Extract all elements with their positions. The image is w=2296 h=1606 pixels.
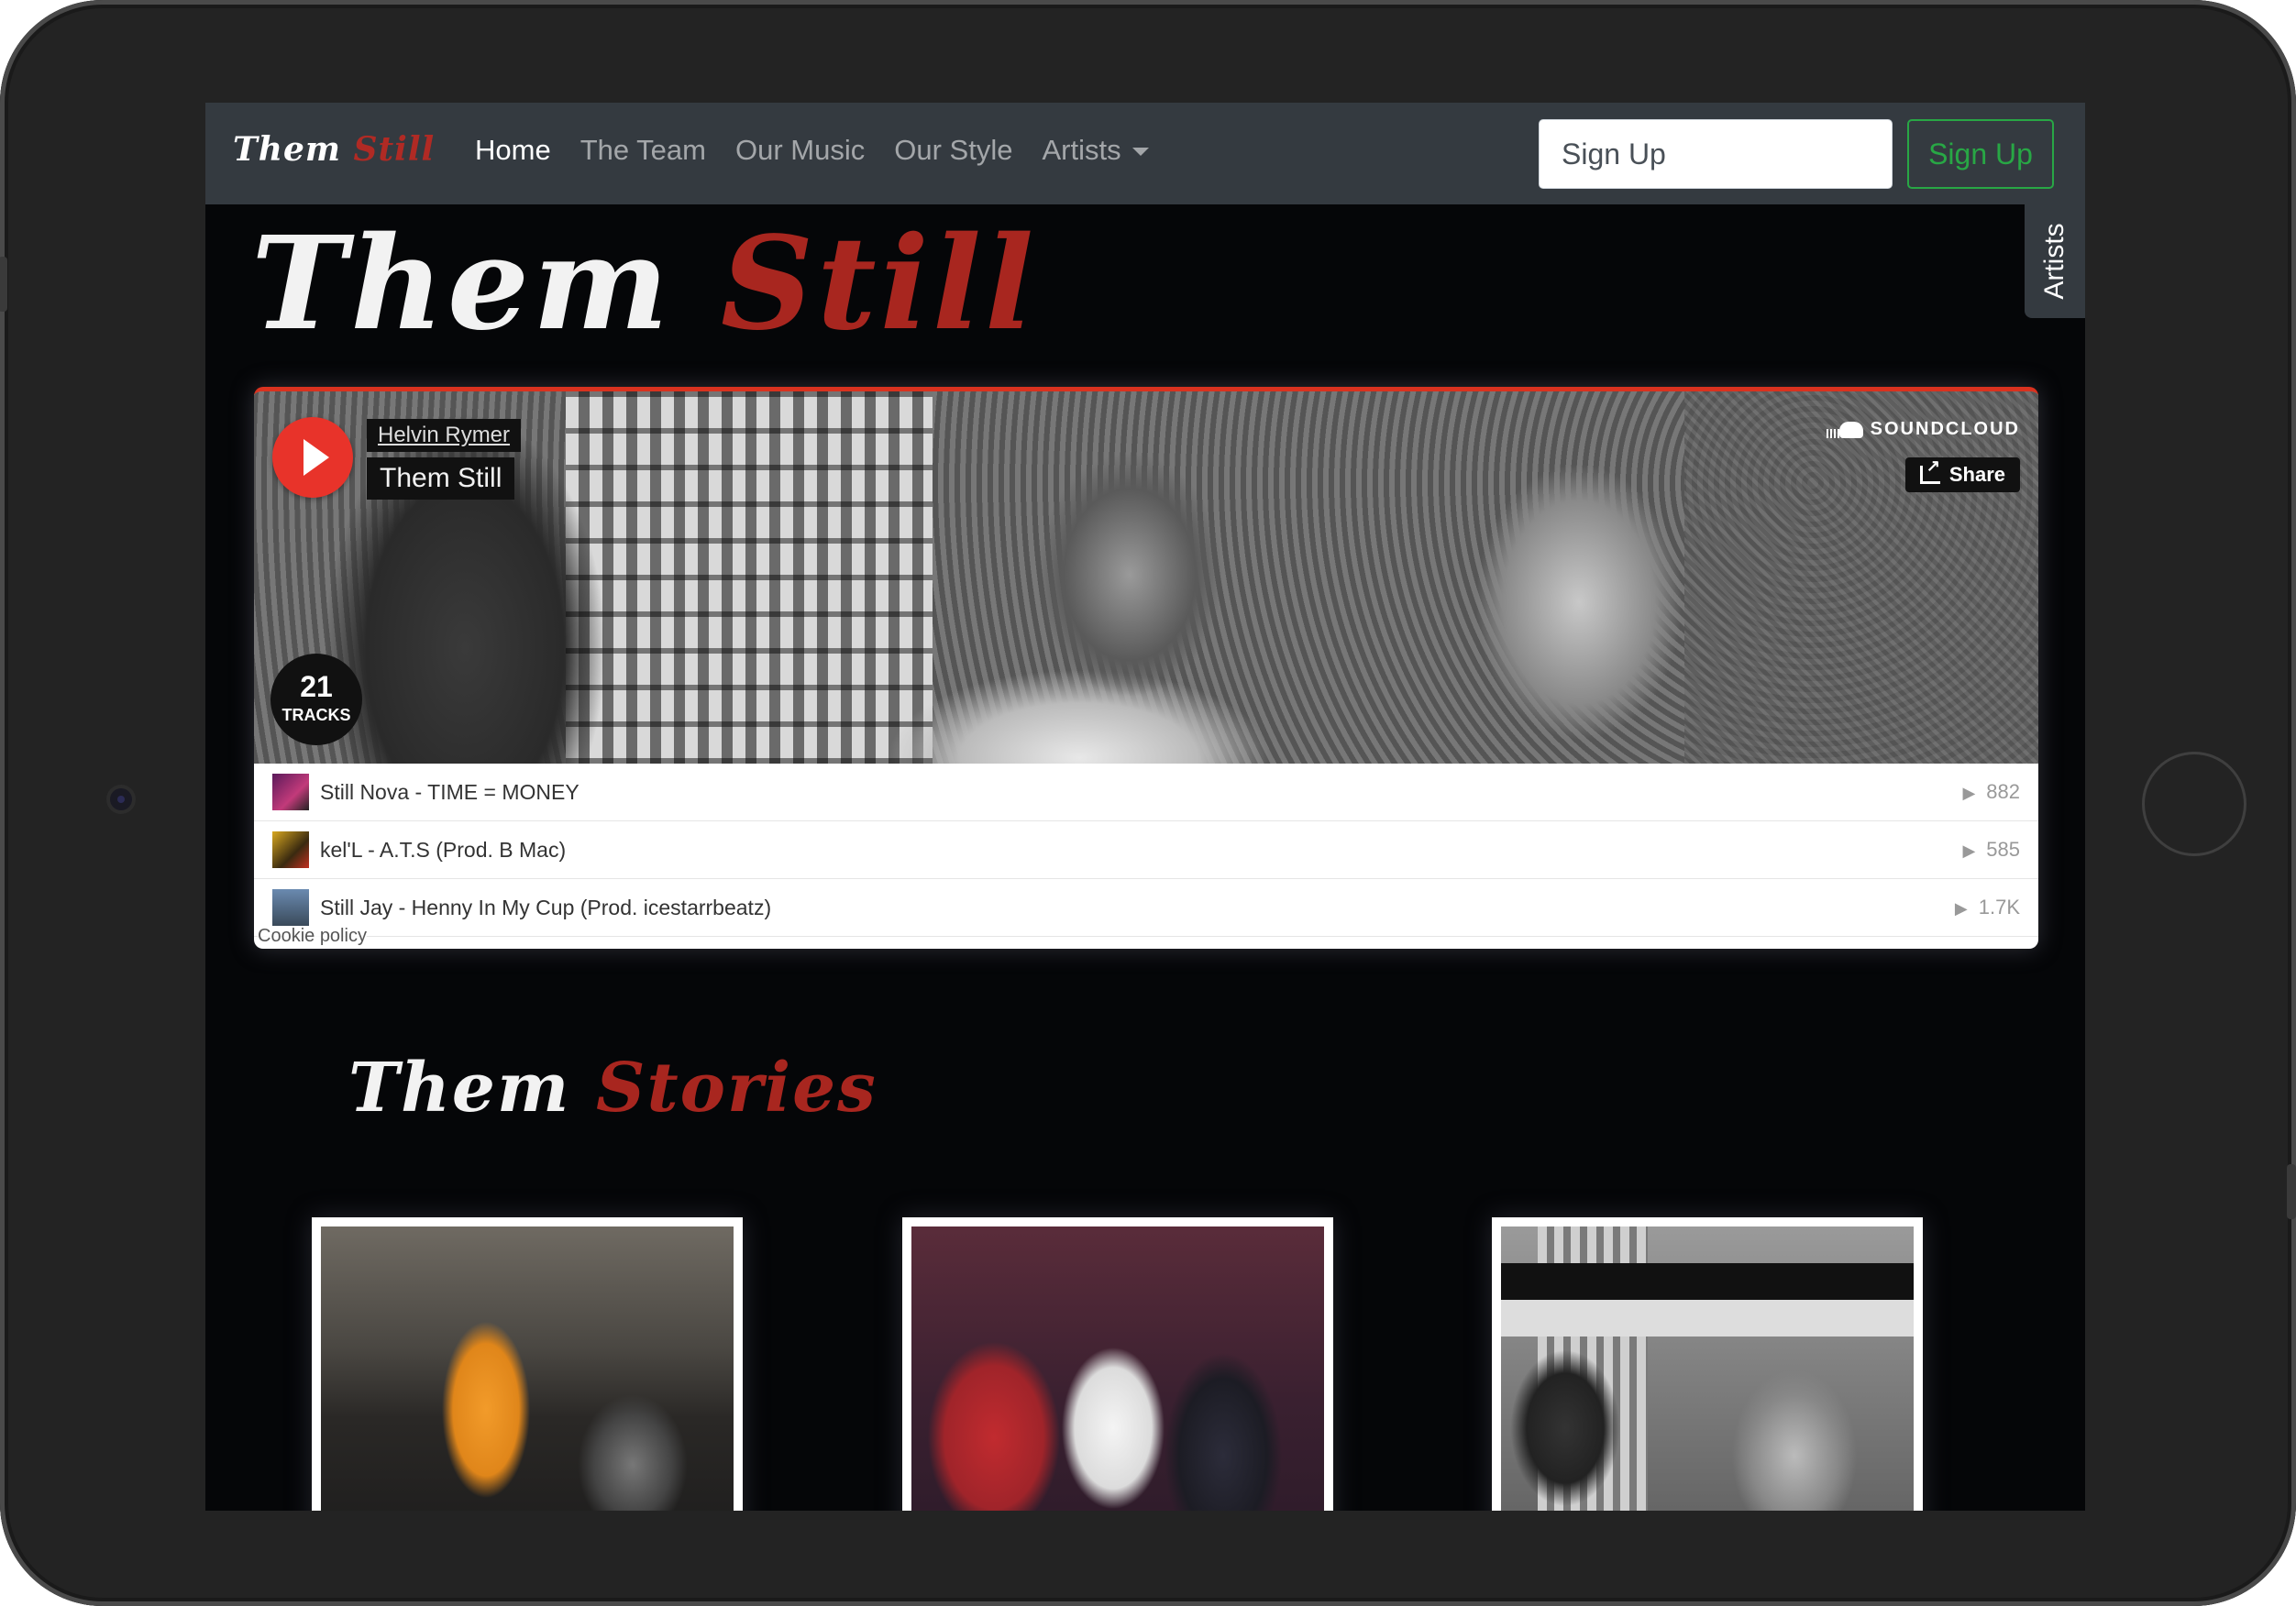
nav-our-style[interactable]: Our Style — [894, 134, 1012, 167]
playlist-artwork: Helvin Rymer Them Still SOUNDCLOUD Share… — [254, 391, 2038, 764]
signup-button[interactable]: Sign Up — [1907, 119, 2054, 189]
screen: Them Still Home The Team Our Music Our S… — [205, 103, 2085, 1511]
story-card[interactable] — [1492, 1217, 1923, 1511]
cookie-policy-link[interactable]: Cookie policy — [258, 926, 367, 947]
share-button[interactable]: Share — [1904, 456, 2020, 492]
track-plays: 585 — [1962, 838, 2020, 862]
play-button[interactable] — [272, 417, 353, 498]
nav-the-team[interactable]: The Team — [580, 134, 706, 167]
home-button[interactable] — [2142, 752, 2246, 856]
track-name: Still Nova - TIME = MONEY — [320, 779, 580, 804]
playlist-title[interactable]: Them Still — [367, 457, 515, 500]
brand-first: Them — [233, 130, 341, 169]
stories-title: Them Stories — [348, 1049, 878, 1128]
soundcloud-cloud-icon — [1826, 421, 1863, 438]
track-row[interactable]: kel'L - A.T.S (Prod. B Mac) 585 — [254, 821, 2038, 879]
track-count-badge: 21 TRACKS — [270, 654, 362, 745]
hero-title-second: Still — [720, 209, 1038, 359]
track-row[interactable]: Still Jay - Henny In My Cup (Prod. icest… — [254, 879, 2038, 937]
play-icon — [304, 439, 329, 476]
track-thumbnail — [272, 831, 309, 868]
track-count: 21 — [300, 670, 333, 703]
soundcloud-logo[interactable]: SOUNDCLOUD — [1826, 419, 2020, 440]
hero-title-first: Them — [251, 209, 673, 359]
hero-title: Them Still — [251, 220, 1037, 348]
story-photo — [1501, 1226, 1914, 1511]
nav-links: Home The Team Our Music Our Style Artist… — [475, 134, 1149, 167]
volume-button — [0, 257, 7, 312]
share-label: Share — [1948, 463, 2005, 486]
navbar: Them Still Home The Team Our Music Our S… — [205, 103, 2085, 204]
artists-side-tab-label: Artists — [2039, 223, 2070, 300]
track-thumbnail — [272, 889, 309, 926]
signup-input[interactable] — [1539, 119, 1893, 189]
track-plays: 882 — [1962, 780, 2020, 804]
soundcloud-player: Helvin Rymer Them Still SOUNDCLOUD Share… — [254, 387, 2038, 949]
track-row[interactable]: Still Nova - TIME = MONEY 882 — [254, 764, 2038, 821]
track-name: Still Jay - Henny In My Cup (Prod. icest… — [320, 895, 772, 919]
soundcloud-label: SOUNDCLOUD — [1870, 419, 2020, 439]
track-count-label: TRACKS — [281, 706, 351, 724]
share-icon — [1919, 456, 1940, 484]
tablet-frame: Them Still Home The Team Our Music Our S… — [0, 0, 2296, 1606]
nav-artists-label: Artists — [1042, 134, 1121, 166]
track-name: kel'L - A.T.S (Prod. B Mac) — [320, 837, 567, 862]
story-photo — [911, 1226, 1324, 1511]
brand-second: Still — [353, 130, 436, 169]
power-button — [2287, 1164, 2296, 1219]
story-card[interactable] — [902, 1217, 1333, 1511]
playlist-user-link[interactable]: Helvin Rymer — [367, 419, 522, 452]
nav-our-music[interactable]: Our Music — [735, 134, 865, 167]
nav-artists-dropdown[interactable]: Artists — [1042, 134, 1149, 167]
artists-side-tab[interactable]: Artists — [2025, 204, 2085, 318]
track-plays: 1.7K — [1955, 896, 2020, 919]
brand-logo[interactable]: Them Still — [233, 130, 435, 169]
story-photo — [321, 1226, 734, 1511]
chevron-down-icon — [1131, 148, 1149, 157]
story-card[interactable] — [312, 1217, 743, 1511]
track-thumbnail — [272, 774, 309, 810]
tracklist: Still Nova - TIME = MONEY 882 kel'L - A.… — [254, 764, 2038, 937]
stories-title-first: Them — [348, 1049, 571, 1128]
stories-title-second: Stories — [596, 1049, 878, 1128]
camera-icon — [110, 788, 132, 810]
nav-home[interactable]: Home — [475, 134, 551, 167]
